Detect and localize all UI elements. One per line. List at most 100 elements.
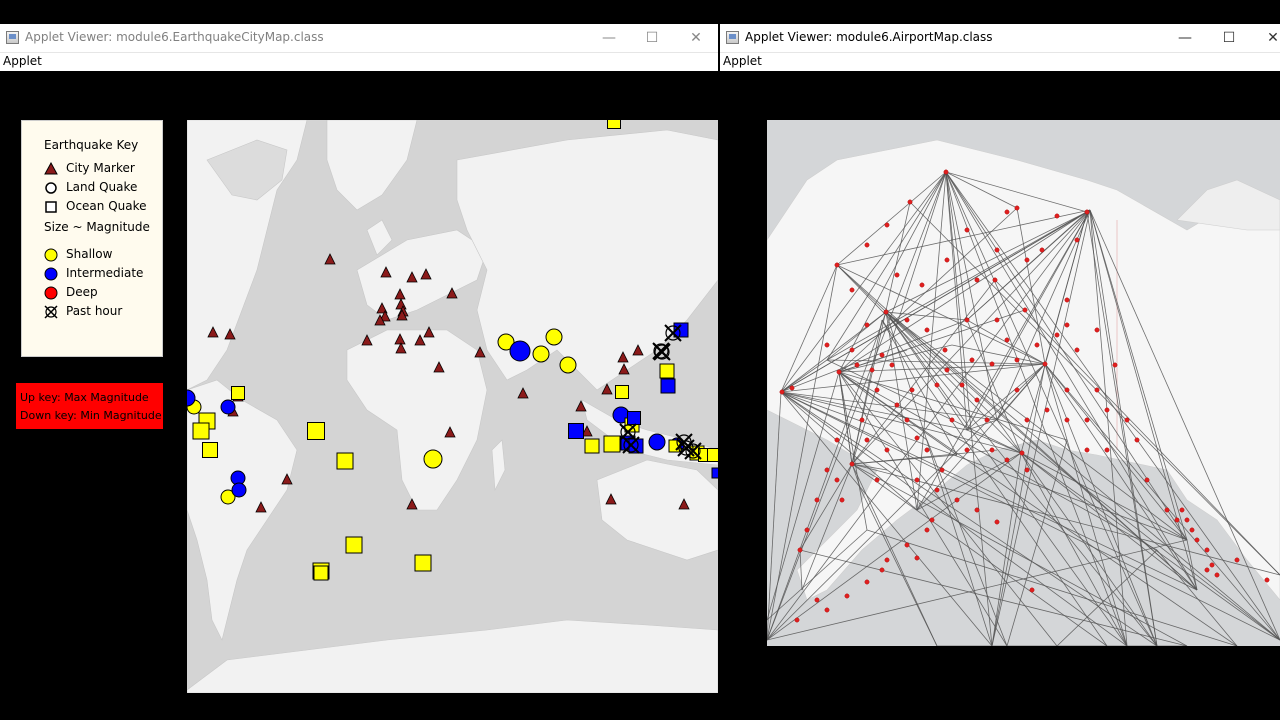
- airport-marker[interactable]: [1054, 213, 1060, 219]
- airport-marker[interactable]: [989, 361, 995, 367]
- airport-marker[interactable]: [883, 309, 889, 315]
- airport-marker[interactable]: [879, 352, 885, 358]
- airport-marker[interactable]: [864, 579, 870, 585]
- airport-marker[interactable]: [1064, 417, 1070, 423]
- airport-marker[interactable]: [919, 282, 925, 288]
- airport-marker[interactable]: [934, 487, 940, 493]
- shallow-land-quake[interactable]: [423, 449, 443, 469]
- airport-marker[interactable]: [1054, 332, 1060, 338]
- intermediate-land-quake[interactable]: [220, 399, 236, 415]
- airport-marker[interactable]: [1104, 407, 1110, 413]
- airport-marker[interactable]: [969, 357, 975, 363]
- airport-marker[interactable]: [904, 317, 910, 323]
- earthquake-world-map[interactable]: [187, 120, 718, 693]
- shallow-ocean-quake[interactable]: [584, 438, 600, 454]
- shallow-ocean-quake[interactable]: [414, 554, 432, 572]
- minimize-button[interactable]: —: [594, 27, 624, 49]
- airport-marker[interactable]: [849, 347, 855, 353]
- shallow-ocean-quake[interactable]: [659, 363, 675, 379]
- airport-marker[interactable]: [974, 507, 980, 513]
- airport-marker[interactable]: [884, 447, 890, 453]
- shallow-ocean-quake[interactable]: [313, 565, 329, 581]
- shallow-ocean-quake[interactable]: [307, 422, 325, 440]
- shallow-land-quake[interactable]: [532, 345, 550, 363]
- airport-marker[interactable]: [944, 367, 950, 373]
- airport-marker[interactable]: [894, 272, 900, 278]
- airport-marker[interactable]: [974, 277, 980, 283]
- airport-marker[interactable]: [964, 317, 970, 323]
- airport-marker[interactable]: [1064, 297, 1070, 303]
- intermediate-land-quake[interactable]: [509, 340, 531, 362]
- airport-marker[interactable]: [859, 417, 865, 423]
- airport-marker[interactable]: [939, 467, 945, 473]
- airport-marker[interactable]: [1084, 417, 1090, 423]
- airport-marker[interactable]: [1024, 467, 1030, 473]
- title-bar[interactable]: Applet Viewer: module6.EarthquakeCityMap…: [0, 24, 718, 53]
- airport-marker[interactable]: [904, 417, 910, 423]
- airport-marker[interactable]: [942, 347, 948, 353]
- airport-marker[interactable]: [1004, 457, 1010, 463]
- airport-marker[interactable]: [834, 477, 840, 483]
- airport-marker[interactable]: [964, 447, 970, 453]
- airport-marker[interactable]: [1179, 507, 1185, 513]
- shallow-ocean-quake[interactable]: [603, 435, 621, 453]
- intermediate-land-quake[interactable]: [648, 433, 666, 451]
- airport-marker[interactable]: [924, 447, 930, 453]
- airport-marker[interactable]: [797, 547, 803, 553]
- airport-marker[interactable]: [914, 435, 920, 441]
- airport-marker[interactable]: [904, 542, 910, 548]
- airport-marker[interactable]: [992, 277, 998, 283]
- airport-marker[interactable]: [959, 382, 965, 388]
- airport-marker[interactable]: [934, 382, 940, 388]
- airport-marker[interactable]: [1204, 547, 1210, 553]
- airport-marker[interactable]: [1074, 347, 1080, 353]
- maximize-button[interactable]: ☐: [1214, 27, 1244, 49]
- airport-marker[interactable]: [924, 527, 930, 533]
- airport-marker[interactable]: [849, 287, 855, 293]
- airport-marker[interactable]: [964, 227, 970, 233]
- airport-marker[interactable]: [1234, 557, 1240, 563]
- airport-marker[interactable]: [1194, 537, 1200, 543]
- minimize-button[interactable]: —: [1170, 27, 1200, 49]
- shallow-ocean-quake[interactable]: [336, 452, 354, 470]
- airport-marker[interactable]: [854, 362, 860, 368]
- close-button[interactable]: ✕: [681, 27, 711, 49]
- airport-marker[interactable]: [1014, 205, 1020, 211]
- airport-marker[interactable]: [879, 567, 885, 573]
- airport-marker[interactable]: [1264, 577, 1270, 583]
- airport-marker[interactable]: [929, 517, 935, 523]
- airport-marker[interactable]: [1024, 257, 1030, 263]
- airport-marker[interactable]: [864, 242, 870, 248]
- airport-map[interactable]: [767, 120, 1280, 646]
- airport-marker[interactable]: [914, 555, 920, 561]
- airport-marker[interactable]: [794, 617, 800, 623]
- shallow-ocean-quake[interactable]: [615, 385, 629, 399]
- airport-marker[interactable]: [1024, 417, 1030, 423]
- shallow-ocean-quake[interactable]: [607, 120, 621, 129]
- airport-marker[interactable]: [1124, 417, 1130, 423]
- airport-marker[interactable]: [1214, 572, 1220, 578]
- airport-marker[interactable]: [974, 397, 980, 403]
- airport-marker[interactable]: [1204, 567, 1210, 573]
- airport-marker[interactable]: [779, 389, 785, 395]
- airport-marker[interactable]: [954, 497, 960, 503]
- airport-marker[interactable]: [994, 317, 1000, 323]
- airport-marker[interactable]: [1029, 587, 1035, 593]
- airport-marker[interactable]: [1064, 322, 1070, 328]
- intermediate-ocean-quake[interactable]: [711, 467, 718, 479]
- maximize-button[interactable]: ☐: [637, 27, 667, 49]
- airport-marker[interactable]: [907, 199, 913, 205]
- airport-marker[interactable]: [839, 497, 845, 503]
- airport-marker[interactable]: [864, 322, 870, 328]
- airport-marker[interactable]: [1189, 527, 1195, 533]
- airport-marker[interactable]: [1014, 357, 1020, 363]
- airport-marker[interactable]: [994, 247, 1000, 253]
- airport-marker[interactable]: [1144, 477, 1150, 483]
- airport-marker[interactable]: [924, 327, 930, 333]
- airport-marker[interactable]: [814, 597, 820, 603]
- airport-marker[interactable]: [1004, 337, 1010, 343]
- airport-marker[interactable]: [824, 467, 830, 473]
- airport-marker[interactable]: [1164, 507, 1170, 513]
- shallow-land-quake[interactable]: [559, 356, 577, 374]
- airport-marker[interactable]: [1044, 407, 1050, 413]
